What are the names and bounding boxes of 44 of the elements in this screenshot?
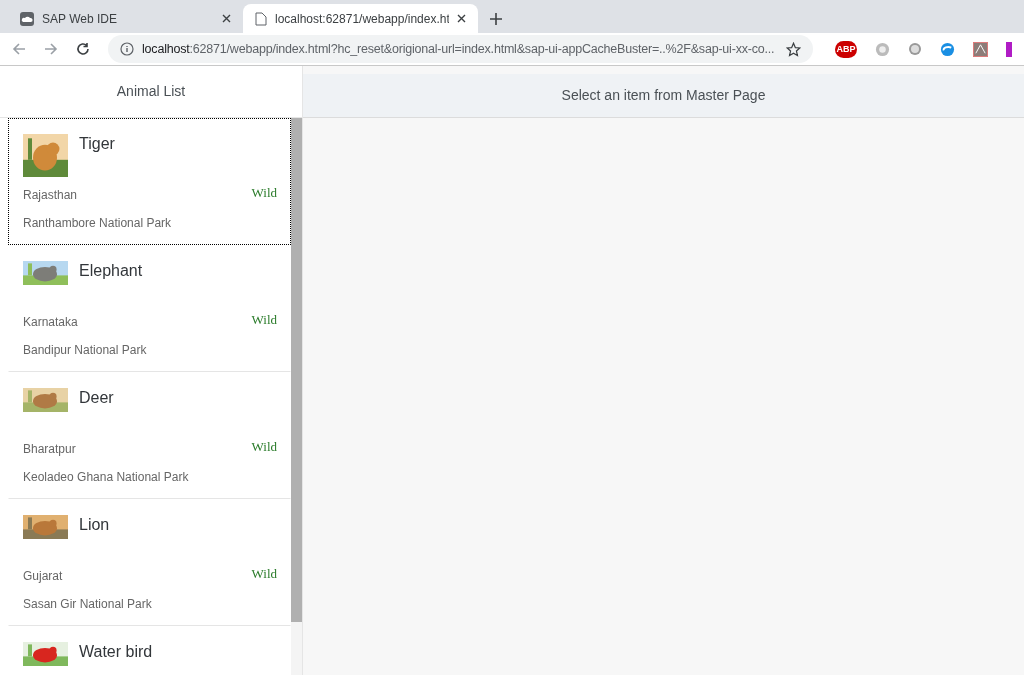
list-item[interactable]: Tiger Rajasthan Wild Ranthambore National Park [8, 118, 291, 245]
close-icon[interactable] [222, 14, 231, 23]
info-icon[interactable] [120, 42, 134, 56]
scrollbar-thumb[interactable] [291, 118, 302, 622]
detail-title: Select an item from Master Page [561, 86, 766, 105]
add-icon[interactable] [490, 13, 502, 25]
item-park: Keoladeo Ghana National Park [23, 470, 189, 484]
cloud-icon [20, 11, 34, 26]
page-icon [255, 11, 267, 26]
list-item[interactable]: Lion Gujarat Wild Sasan Gir National Park [8, 499, 291, 626]
globe-icon[interactable] [940, 41, 955, 57]
item-status: Wild [251, 438, 277, 456]
browser-tab[interactable]: SAP Web IDE [8, 4, 243, 33]
extension-badge[interactable]: ABP [835, 40, 857, 58]
item-title: Lion [79, 515, 110, 535]
browser-tab[interactable]: localhost:62871/webapp/index.ht [243, 4, 478, 33]
item-status: Wild [251, 311, 277, 329]
item-title: Elephant [79, 261, 143, 281]
tab-title: localhost:62871/webapp/index.ht [275, 10, 449, 28]
item-park: Ranthambore National Park [23, 216, 172, 230]
item-title: Water bird [79, 642, 153, 662]
star-icon[interactable] [786, 41, 801, 57]
list-item[interactable]: Deer Bharatpur Wild Keoladeo Ghana National Park [8, 372, 291, 499]
item-park: Bandipur National Park [23, 343, 147, 357]
close-icon[interactable] [457, 14, 466, 23]
item-region: Bharatpur [23, 441, 76, 458]
circle-icon[interactable] [908, 42, 922, 56]
forward-icon[interactable] [44, 42, 58, 56]
list-item[interactable]: Water bird [8, 626, 291, 675]
master-title: Animal List [116, 82, 186, 101]
item-status: Wild [251, 565, 277, 583]
tab-title: SAP Web IDE [42, 10, 118, 28]
item-park: Sasan Gir National Park [23, 597, 152, 611]
reload-icon[interactable] [76, 42, 90, 56]
item-status: Wild [251, 184, 277, 202]
item-region: Gujarat [23, 568, 63, 585]
list-item[interactable]: Elephant Karnataka Wild Bandipur National Park [8, 245, 291, 372]
back-icon[interactable] [12, 42, 26, 56]
item-region: Karnataka [23, 314, 78, 331]
address-bar[interactable]: localhost:62871/webapp/index.html?hc_reset&origional-url=index.html&sap-ui-appCacheBuster=..%2F&sap-ui-xx-co... [108, 35, 813, 63]
item-title: Deer [79, 388, 114, 408]
item-region: Rajasthan [23, 187, 78, 204]
url-text: localhost:62871/webapp/index.html?hc_reset&origional-url=index.html&sap-ui-appCacheBuster=..%2F&sap-ui-xx-co... [142, 40, 776, 58]
item-title: Tiger [79, 134, 115, 154]
